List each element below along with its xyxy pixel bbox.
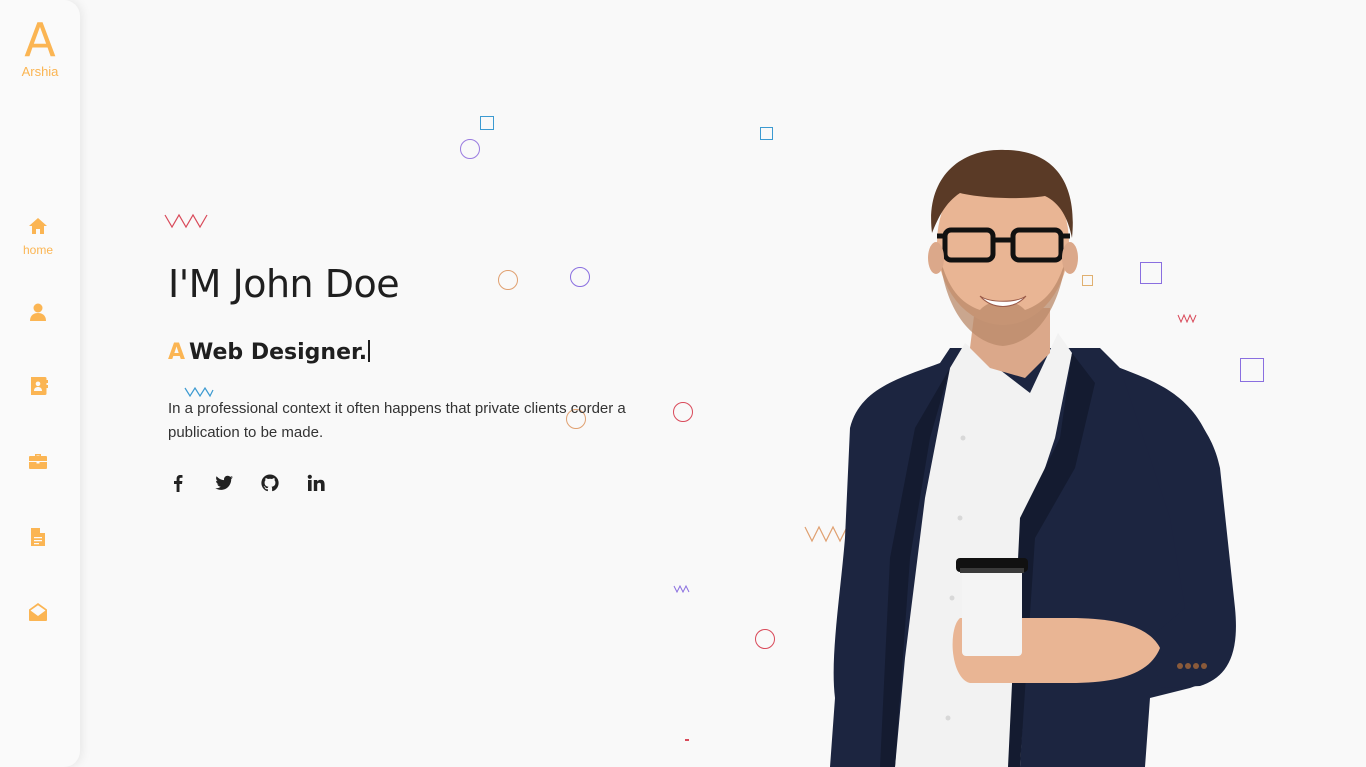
github-icon [261,474,279,492]
deco-circle [755,629,775,649]
profile-portrait [830,149,1236,767]
typed-role: Web Designer. [189,340,368,365]
facebook-link[interactable] [168,473,188,493]
twitter-link[interactable] [214,473,234,493]
deco-zigzag [673,585,690,593]
nav-item-resume[interactable] [0,527,76,552]
twitter-icon [215,475,233,490]
hero-description: In a professional context it often happe… [168,400,626,441]
nav-label-home: home [22,243,54,257]
deco-square [760,127,773,140]
deco-square [480,116,494,130]
nav-item-home[interactable]: home [0,216,76,257]
coffee-cup [956,558,1028,656]
home-icon [29,218,47,234]
sidebar: A Arshia home [0,0,80,767]
nav-item-about[interactable] [0,302,76,327]
linkedin-link[interactable] [306,473,326,493]
deco-zigzag [164,213,208,229]
github-link[interactable] [260,473,280,493]
document-icon [31,528,45,546]
facebook-icon [174,475,183,492]
deco-square [1240,358,1264,382]
hero-subtitle: A Web Designer. [168,340,371,365]
ear [928,242,944,274]
deco-circle [460,139,480,159]
brand-mark: A [24,13,56,67]
ear [1062,242,1078,274]
envelope-open-icon [29,603,47,621]
linkedin-icon [307,474,325,491]
deco-circle [570,267,590,287]
brand-logo[interactable]: A Arshia [0,13,80,79]
contact-book-icon [31,377,48,395]
hero-title: I'M John Doe [168,262,400,306]
deco-circle [498,270,518,290]
brand-name: Arshia [21,64,59,79]
deco-circle [673,402,693,422]
typing-cursor [368,340,371,362]
social-links [168,473,326,493]
user-icon [30,303,46,321]
briefcase-icon [29,454,47,469]
deco-dash [685,739,689,741]
subtitle-prefix: A [168,340,186,365]
nav-item-messages[interactable] [0,602,76,627]
nav-item-portfolio[interactable] [0,451,76,476]
nav-item-contact[interactable] [0,376,76,401]
